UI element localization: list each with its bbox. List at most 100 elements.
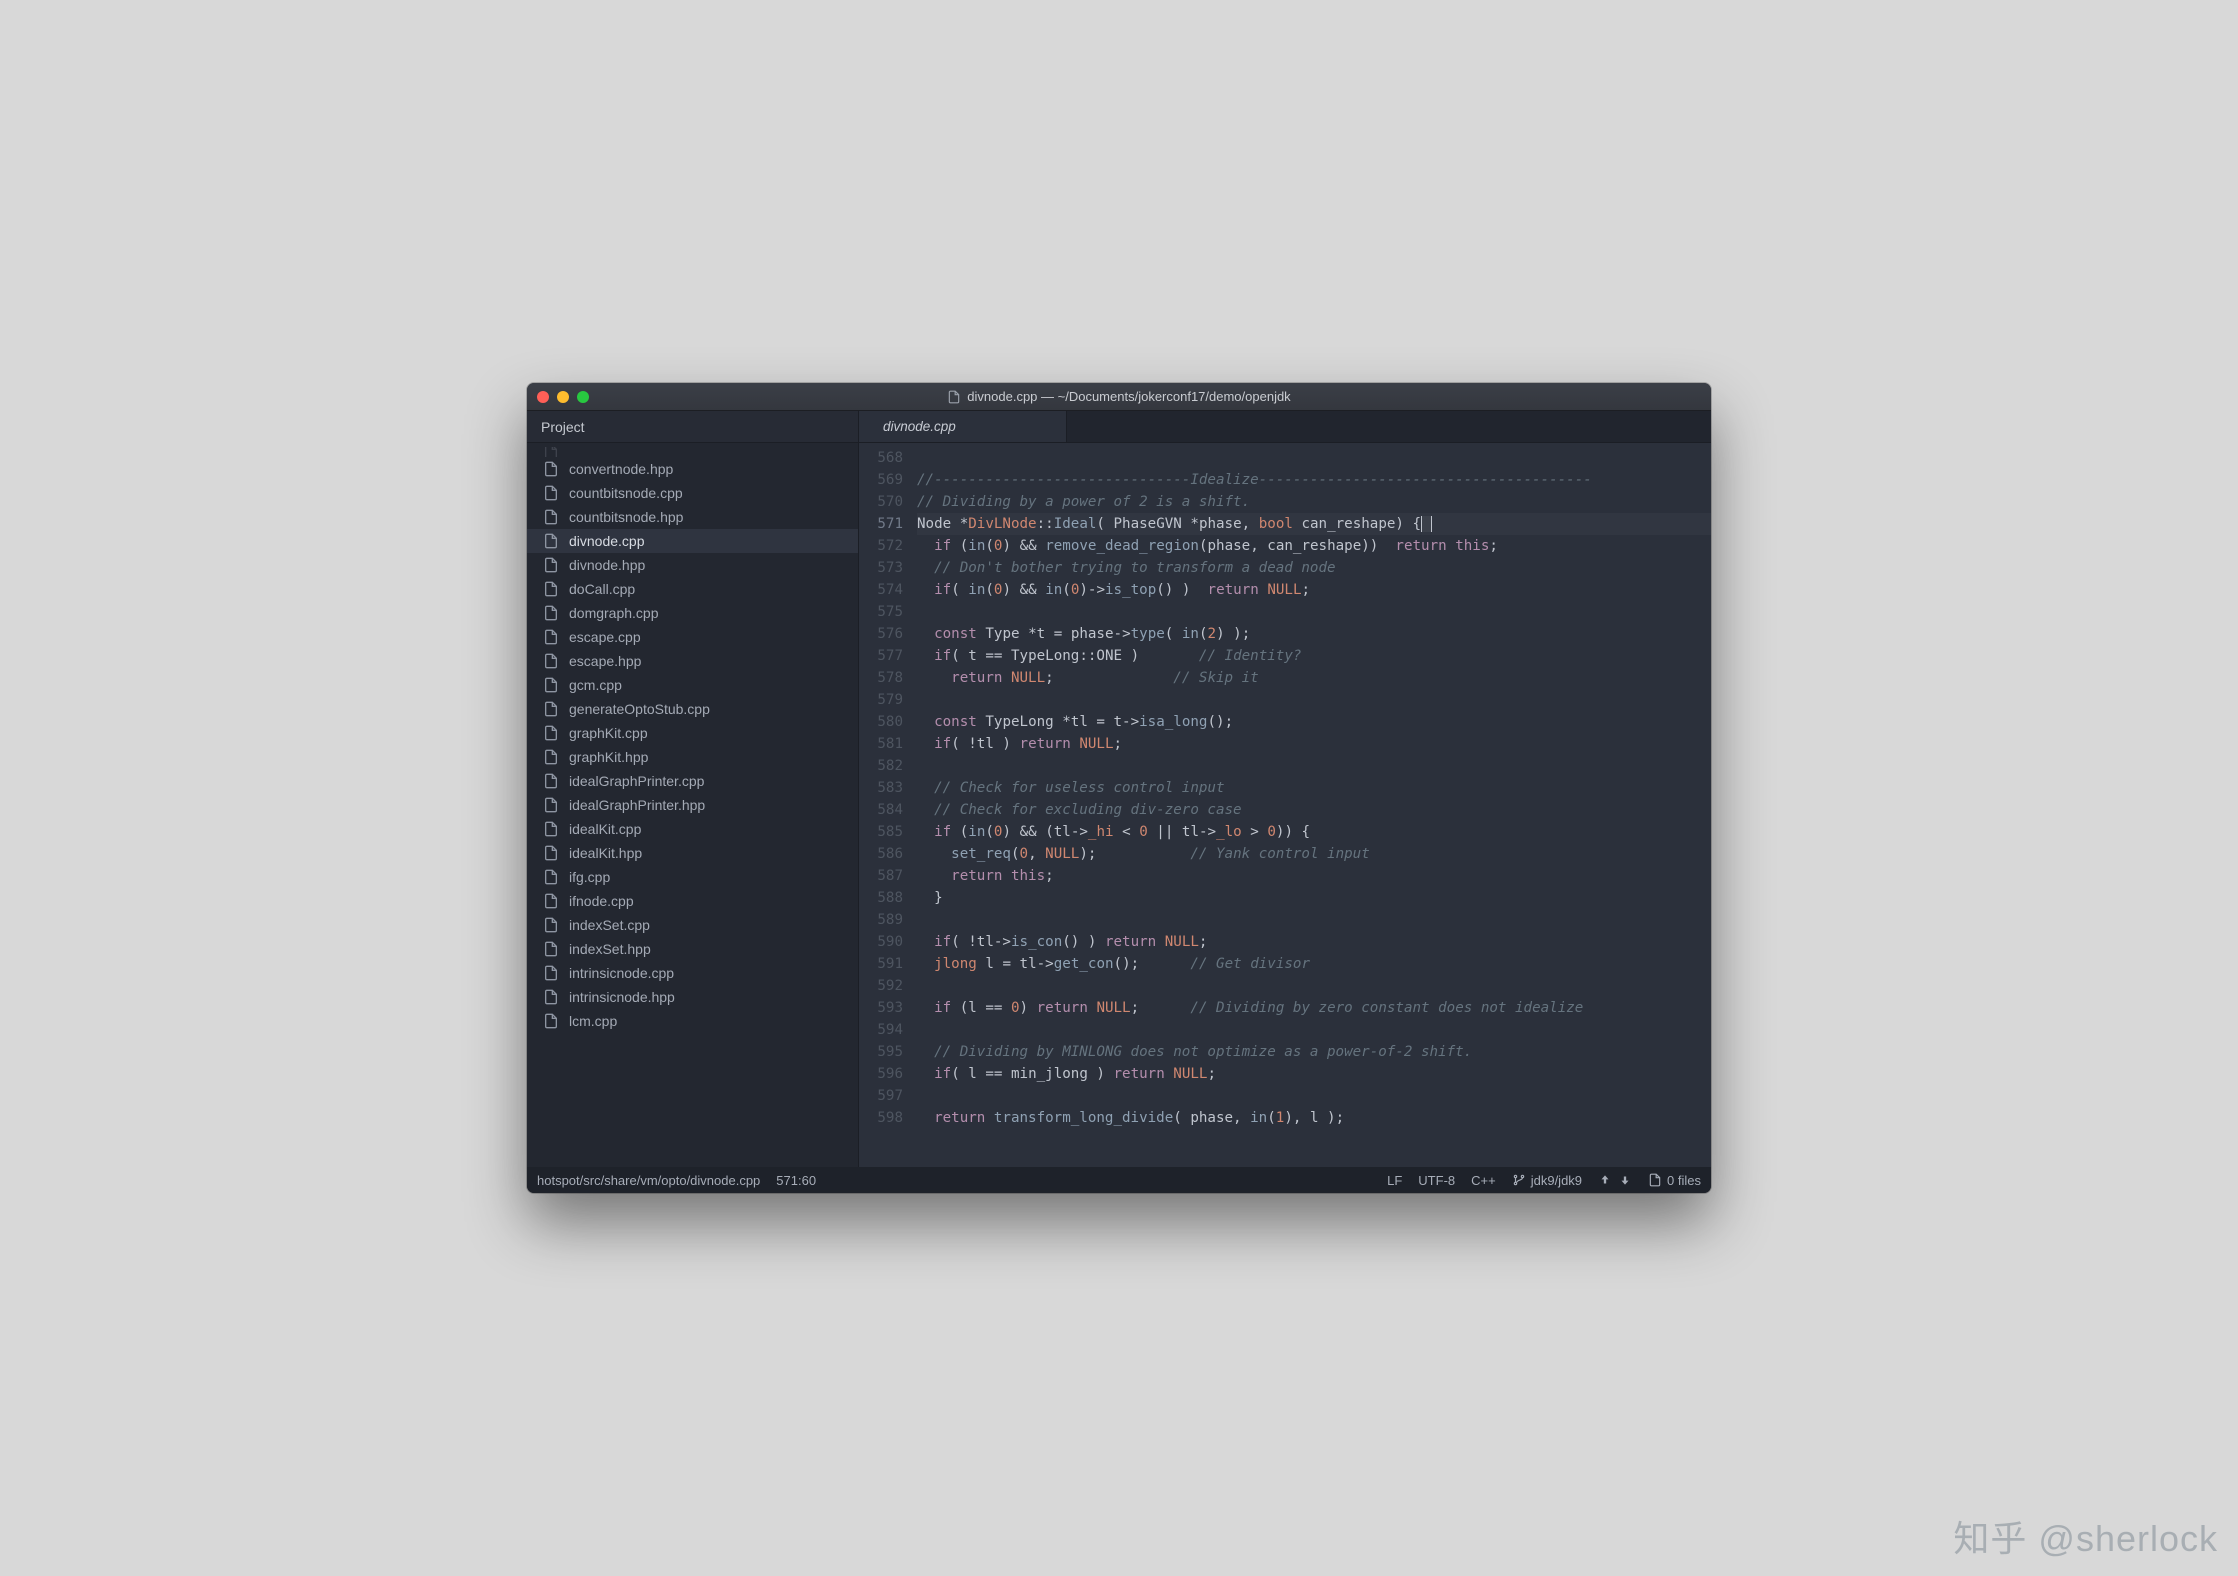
status-eol[interactable]: LF bbox=[1387, 1173, 1402, 1188]
tree-item-label: doCall.cpp bbox=[569, 581, 635, 597]
file-icon bbox=[543, 581, 559, 597]
line-number-gutter: 5685695705715725735745755765775785795805… bbox=[859, 443, 913, 1167]
tree-item[interactable]: idealGraphPrinter.hpp bbox=[527, 793, 858, 817]
tree-item[interactable]: graphKit.cpp bbox=[527, 721, 858, 745]
status-git-branch[interactable]: jdk9/jdk9 bbox=[1512, 1173, 1582, 1188]
tree-item-label: idealGraphPrinter.hpp bbox=[569, 797, 705, 813]
file-icon bbox=[543, 557, 559, 573]
file-icon bbox=[543, 797, 559, 813]
tree-item-label: intrinsicnode.cpp bbox=[569, 965, 674, 981]
tree-item[interactable]: escape.cpp bbox=[527, 625, 858, 649]
file-icon bbox=[543, 917, 559, 933]
tree-item[interactable]: escape.hpp bbox=[527, 649, 858, 673]
tab-divnode[interactable]: divnode.cpp bbox=[859, 411, 1067, 442]
git-pull-icon[interactable] bbox=[1618, 1173, 1632, 1187]
tree-item-label: countbitsnode.hpp bbox=[569, 509, 683, 525]
tree-item-label: idealKit.hpp bbox=[569, 845, 642, 861]
tree-item[interactable]: intrinsicnode.hpp bbox=[527, 985, 858, 1009]
status-encoding[interactable]: UTF-8 bbox=[1418, 1173, 1455, 1188]
code-area[interactable]: //------------------------------Idealize… bbox=[913, 443, 1711, 1167]
status-bar: hotspot/src/share/vm/opto/divnode.cpp 57… bbox=[527, 1167, 1711, 1193]
file-icon bbox=[543, 941, 559, 957]
tree-item-label: gcm.cpp bbox=[569, 677, 622, 693]
file-icon bbox=[543, 773, 559, 789]
tree-item-label: intrinsicnode.hpp bbox=[569, 989, 675, 1005]
tree-item[interactable]: indexSet.cpp bbox=[527, 913, 858, 937]
file-icon bbox=[543, 869, 559, 885]
tree-item[interactable]: generateOptoStub.cpp bbox=[527, 697, 858, 721]
window-title: divnode.cpp — ~/Documents/jokerconf17/de… bbox=[967, 389, 1290, 404]
tree-item[interactable]: convertnode.hpp bbox=[527, 457, 858, 481]
minimize-icon[interactable] bbox=[557, 391, 569, 403]
file-icon bbox=[543, 629, 559, 645]
file-icon bbox=[543, 533, 559, 549]
status-cursor[interactable]: 571:60 bbox=[776, 1173, 816, 1188]
file-icon bbox=[543, 1013, 559, 1029]
file-icon bbox=[543, 845, 559, 861]
tab-bar: divnode.cpp bbox=[859, 411, 1711, 443]
tree-item-label: divnode.cpp bbox=[569, 533, 645, 549]
tree-item[interactable]: graphKit.hpp bbox=[527, 745, 858, 769]
file-icon bbox=[543, 821, 559, 837]
tree-item[interactable]: ifnode.cpp bbox=[527, 889, 858, 913]
titlebar: divnode.cpp — ~/Documents/jokerconf17/de… bbox=[527, 383, 1711, 411]
tree-item-label: graphKit.hpp bbox=[569, 749, 648, 765]
zoom-icon[interactable] bbox=[577, 391, 589, 403]
sidebar-header[interactable]: Project bbox=[527, 411, 858, 443]
tree-item[interactable]: domgraph.cpp bbox=[527, 601, 858, 625]
tree-item[interactable]: lcm.cpp bbox=[527, 1009, 858, 1033]
tree-item-label: lcm.cpp bbox=[569, 1013, 617, 1029]
tree-item[interactable]: idealKit.cpp bbox=[527, 817, 858, 841]
tree-item-label: graphKit.cpp bbox=[569, 725, 648, 741]
status-path[interactable]: hotspot/src/share/vm/opto/divnode.cpp bbox=[537, 1173, 760, 1188]
tree-item[interactable]: divnode.cpp bbox=[527, 529, 858, 553]
file-icon bbox=[543, 509, 559, 525]
traffic-lights bbox=[537, 391, 589, 403]
tree-item-label: convertnode.hpp bbox=[569, 461, 673, 477]
tree-item-label: ifnode.cpp bbox=[569, 893, 634, 909]
project-sidebar: Project convertnode.hpp countbitsnode.cpp… bbox=[527, 411, 859, 1167]
file-icon bbox=[1648, 1173, 1662, 1187]
tree-item[interactable]: indexSet.hpp bbox=[527, 937, 858, 961]
tree-item-label: generateOptoStub.cpp bbox=[569, 701, 710, 717]
tree-item[interactable]: intrinsicnode.cpp bbox=[527, 961, 858, 985]
tree-item-label: countbitsnode.cpp bbox=[569, 485, 683, 501]
tree-item[interactable]: countbitsnode.cpp bbox=[527, 481, 858, 505]
app-window: divnode.cpp — ~/Documents/jokerconf17/de… bbox=[527, 383, 1711, 1193]
editor[interactable]: 5685695705715725735745755765775785795805… bbox=[859, 443, 1711, 1167]
tab-label: divnode.cpp bbox=[883, 419, 956, 434]
tree-item[interactable]: idealKit.hpp bbox=[527, 841, 858, 865]
tree-item-label: divnode.hpp bbox=[569, 557, 645, 573]
file-icon bbox=[543, 989, 559, 1005]
tree-item-label: indexSet.hpp bbox=[569, 941, 651, 957]
file-icon bbox=[543, 461, 559, 477]
tree-item[interactable]: gcm.cpp bbox=[527, 673, 858, 697]
file-icon bbox=[543, 653, 559, 669]
tree-item-label: indexSet.cpp bbox=[569, 917, 650, 933]
sidebar-title: Project bbox=[541, 419, 585, 435]
file-icon bbox=[543, 485, 559, 501]
file-icon bbox=[543, 605, 559, 621]
document-icon bbox=[947, 390, 961, 404]
file-icon bbox=[543, 893, 559, 909]
tree-item[interactable]: idealGraphPrinter.cpp bbox=[527, 769, 858, 793]
git-push-icon[interactable] bbox=[1598, 1173, 1612, 1187]
tree-item-label: idealGraphPrinter.cpp bbox=[569, 773, 704, 789]
file-icon bbox=[543, 701, 559, 717]
tree-item-label: escape.hpp bbox=[569, 653, 641, 669]
tree-item[interactable]: ifg.cpp bbox=[527, 865, 858, 889]
file-icon bbox=[543, 749, 559, 765]
file-icon bbox=[543, 677, 559, 693]
tree-item-label: domgraph.cpp bbox=[569, 605, 659, 621]
close-icon[interactable] bbox=[537, 391, 549, 403]
tree-item-label: idealKit.cpp bbox=[569, 821, 641, 837]
status-files[interactable]: 0 files bbox=[1648, 1173, 1701, 1188]
tree-item-label: ifg.cpp bbox=[569, 869, 610, 885]
tree-item[interactable]: divnode.hpp bbox=[527, 553, 858, 577]
file-icon bbox=[543, 965, 559, 981]
tree-item[interactable]: doCall.cpp bbox=[527, 577, 858, 601]
status-language[interactable]: C++ bbox=[1471, 1173, 1496, 1188]
file-tree[interactable]: convertnode.hpp countbitsnode.cpp countbit… bbox=[527, 443, 858, 1167]
tree-item[interactable]: countbitsnode.hpp bbox=[527, 505, 858, 529]
tree-item-label: escape.cpp bbox=[569, 629, 641, 645]
